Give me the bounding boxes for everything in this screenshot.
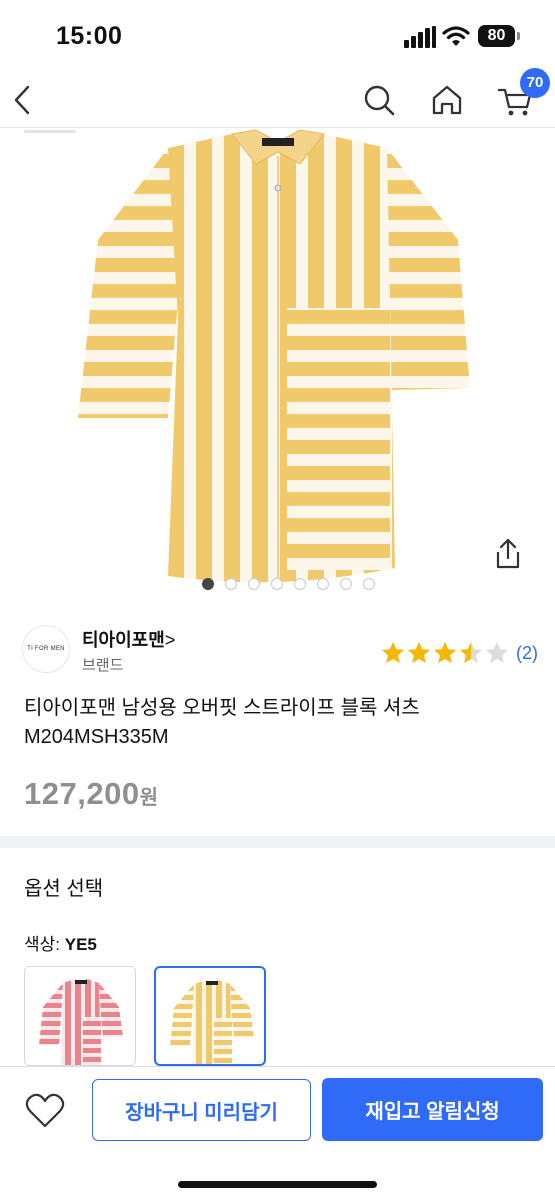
battery-level: 80 — [478, 25, 515, 47]
color-label: 색상: YE5 — [24, 930, 97, 955]
rating[interactable]: (2) — [380, 640, 538, 666]
restock-alert-button[interactable]: 재입고 알림신청 — [322, 1078, 543, 1141]
color-swatch-pink[interactable] — [24, 966, 136, 1066]
review-count[interactable]: (2) — [516, 643, 538, 664]
carousel-dot[interactable] — [271, 578, 283, 590]
carousel-dot[interactable] — [294, 578, 306, 590]
options-title: 옵션 선택 — [24, 878, 104, 900]
star-rating — [380, 640, 510, 666]
star-icon — [460, 642, 482, 663]
brand-name: 티아이포맨 — [82, 630, 165, 650]
carousel-dots — [0, 578, 555, 594]
chevron-left-icon[interactable] — [8, 80, 38, 120]
share-icon[interactable] — [490, 536, 526, 572]
status-bar: 15:00 80 — [0, 0, 555, 72]
carousel-dot[interactable] — [202, 578, 214, 590]
signal-icon — [404, 26, 436, 48]
home-icon[interactable] — [428, 80, 466, 120]
carousel-dot[interactable] — [363, 578, 375, 590]
chevron-right-icon: > — [164, 630, 176, 650]
star-icon — [434, 642, 456, 663]
color-value: YE5 — [64, 935, 97, 954]
home-indicator — [178, 1181, 377, 1188]
brand-name-link[interactable]: 티아이포맨> — [82, 626, 175, 652]
top-nav-bar: 70 — [0, 68, 555, 128]
color-label-text: 색상: — [24, 935, 61, 954]
color-swatch-yellow[interactable] — [154, 966, 266, 1066]
brand-label: 브랜드 — [82, 657, 124, 674]
section-divider — [0, 836, 555, 848]
star-icon — [408, 642, 430, 663]
brand-logo[interactable]: TI FOR MEN — [22, 625, 70, 673]
search-icon[interactable] — [360, 80, 398, 120]
price: 127,200원 — [24, 776, 158, 812]
carousel-dot[interactable] — [340, 578, 352, 590]
heart-icon[interactable] — [24, 1091, 66, 1131]
status-time: 15:00 — [56, 22, 123, 50]
product-image-carousel[interactable] — [0, 128, 555, 610]
battery-icon: 80 — [478, 25, 520, 47]
carousel-dot[interactable] — [317, 578, 329, 590]
cart-preview-button[interactable]: 장바구니 미리담기 — [92, 1079, 311, 1141]
cart-count-badge[interactable]: 70 — [520, 68, 550, 98]
star-icon — [486, 642, 508, 663]
carousel-dot[interactable] — [248, 578, 260, 590]
carousel-dot[interactable] — [225, 578, 237, 590]
product-photo — [78, 129, 470, 584]
bottom-action-bar: 장바구니 미리담기 재입고 알림신청 — [0, 1066, 555, 1200]
product-title: 티아이포맨 남성용 오버핏 스트라이프 블록 셔츠 M204MSH335M — [24, 697, 420, 748]
wifi-icon — [442, 26, 470, 46]
star-icon — [382, 642, 404, 663]
price-unit: 원 — [139, 787, 159, 809]
price-value: 127,200 — [24, 776, 140, 811]
